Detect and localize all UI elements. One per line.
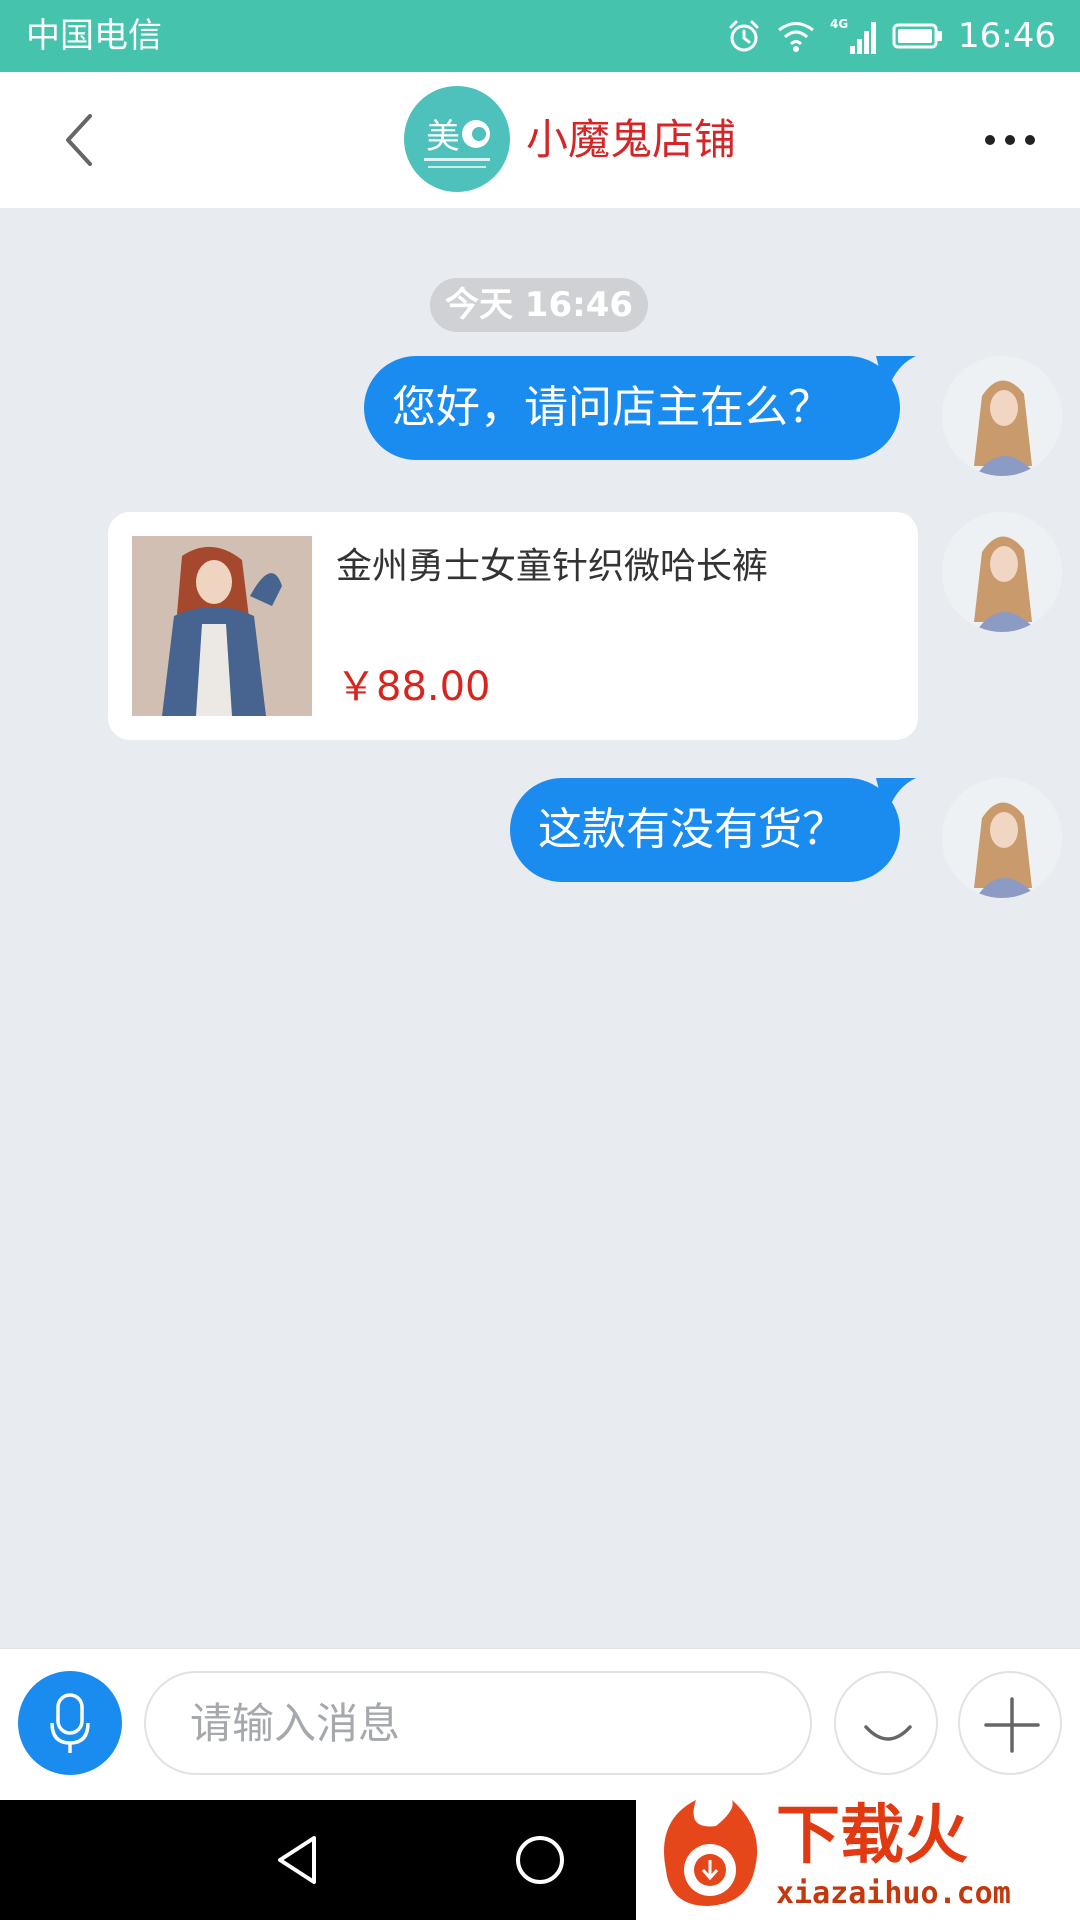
microphone-icon — [50, 1693, 90, 1753]
input-bar — [0, 1648, 1080, 1800]
wifi-icon — [778, 22, 814, 52]
shop-logo-graphic: 美 — [424, 117, 490, 168]
watermark-url: xiazaihuo.com — [776, 1876, 1011, 1911]
message-text: 您好，请问店主在么？ — [392, 382, 832, 433]
signal-icon: 4G — [830, 17, 877, 54]
avatar-photo — [942, 356, 1062, 476]
message-bubble[interactable]: 您好，请问店主在么？ — [364, 356, 900, 460]
product-photo — [132, 536, 312, 716]
bubble-tail — [876, 356, 916, 396]
carrier-label: 中国电信 — [26, 16, 162, 56]
product-price: ￥88.00 — [336, 664, 491, 710]
chat-header: 美 小魔鬼店铺 — [0, 72, 1080, 208]
watermark-flame-logo — [664, 1800, 758, 1906]
avatar-photo — [942, 778, 1062, 898]
product-card[interactable]: 金州勇士女童针织微哈长裤 ￥88.00 — [108, 512, 918, 740]
avatar[interactable] — [942, 778, 1062, 898]
status-bar: 中国电信 4G 16:46 — [0, 0, 1080, 72]
chat-time-badge: 今天 16:46 — [430, 278, 648, 332]
plus-icon — [984, 1697, 1040, 1753]
shop-logo[interactable]: 美 — [404, 86, 510, 192]
back-arrow-icon[interactable] — [50, 108, 110, 172]
voice-button[interactable] — [18, 1671, 122, 1775]
avatar-photo — [942, 512, 1062, 632]
network-label: 4G — [830, 17, 848, 31]
shop-logo-text: 美 — [426, 117, 460, 157]
watermark: 下载火 xiazaihuo.com — [636, 1790, 1080, 1920]
status-icons: 4G 16:46 — [726, 12, 1056, 60]
status-time: 16:46 — [958, 16, 1056, 56]
message-input[interactable] — [144, 1671, 812, 1775]
battery-icon — [892, 23, 943, 49]
message-text: 这款有没有货？ — [538, 804, 846, 855]
bubble-tail — [876, 778, 916, 818]
avatar[interactable] — [942, 512, 1062, 632]
nav-back-icon[interactable] — [270, 1830, 330, 1890]
emoji-icon — [864, 1725, 912, 1741]
shop-name[interactable]: 小魔鬼店铺 — [526, 112, 736, 168]
product-title: 金州勇士女童针织微哈长裤 — [336, 546, 769, 587]
more-dots-icon[interactable] — [980, 120, 1040, 160]
more-options-button[interactable] — [958, 1671, 1062, 1775]
product-image[interactable] — [132, 536, 312, 716]
avatar[interactable] — [942, 356, 1062, 476]
emoji-button[interactable] — [834, 1671, 938, 1775]
nav-home-icon[interactable] — [510, 1830, 570, 1890]
watermark-title: 下载火 — [776, 1799, 968, 1873]
message-bubble[interactable]: 这款有没有货？ — [510, 778, 900, 882]
alarm-icon — [729, 20, 759, 52]
